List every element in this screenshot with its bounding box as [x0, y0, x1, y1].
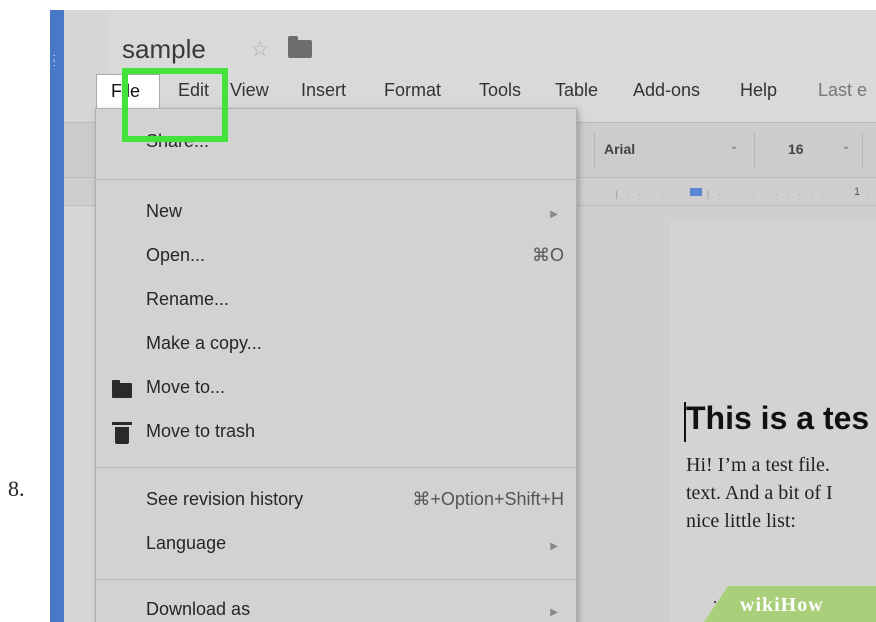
menu-table[interactable]: Table	[555, 80, 598, 101]
step-number: 8.	[8, 476, 25, 501]
submenu-arrow-icon: ▶	[550, 541, 558, 552]
menu-item-new[interactable]: New	[146, 201, 182, 222]
menu-addons[interactable]: Add-ons	[633, 80, 700, 101]
folder-icon	[112, 383, 132, 398]
font-select[interactable]: Arial	[604, 141, 635, 157]
last-edit-link[interactable]: Last e	[818, 80, 867, 101]
open-shortcut: ⌘O	[531, 245, 564, 265]
menu-item-download-as[interactable]: Download as	[146, 599, 250, 620]
folder-icon[interactable]	[288, 36, 312, 58]
menu-item-revision-history[interactable]: See revision history	[146, 489, 303, 510]
toolbar-divider	[862, 133, 863, 169]
docs-home-strip[interactable]: ::	[50, 10, 64, 622]
toolbar-divider	[594, 133, 595, 169]
body-line[interactable]: Hi! I’m a test file.	[686, 454, 830, 477]
menu-item-open[interactable]: Open...	[146, 245, 205, 266]
chevron-down-icon[interactable]: ⌄	[730, 141, 738, 152]
docs-window: sample ☆ :: File Edit View Insert Format…	[50, 10, 876, 622]
star-icon[interactable]: ☆	[250, 36, 270, 62]
menu-item-make-copy[interactable]: Make a copy...	[146, 333, 262, 354]
menu-bar: File Edit View Insert Format Tools Table…	[64, 74, 876, 110]
menu-help[interactable]: Help	[740, 80, 777, 101]
menu-insert[interactable]: Insert	[301, 80, 346, 101]
menu-item-move-to[interactable]: Move to...	[146, 377, 225, 398]
submenu-arrow-icon: ▶	[550, 607, 558, 618]
file-menu-dropdown: Share... New ▶ Open... ⌘O Rename... Make…	[95, 108, 577, 622]
toolbar-divider	[754, 133, 755, 169]
menu-tools[interactable]: Tools	[479, 80, 521, 101]
menu-view[interactable]: View	[230, 80, 269, 101]
menu-dots-icon: ::	[53, 52, 56, 68]
document-title[interactable]: sample	[122, 34, 206, 65]
indent-marker[interactable]	[690, 188, 702, 196]
font-size-select[interactable]: 16	[788, 141, 804, 157]
chevron-down-icon[interactable]: ⌄	[842, 141, 850, 152]
menu-format[interactable]: Format	[384, 80, 441, 101]
body-line[interactable]: nice little list:	[686, 510, 796, 533]
document-page[interactable]: This is a tes Hi! I’m a test file. text.…	[670, 220, 876, 622]
wikihow-watermark: wikiHow	[704, 586, 876, 622]
menu-edit[interactable]: Edit	[178, 80, 209, 101]
submenu-arrow-icon: ▶	[550, 209, 558, 220]
menu-item-language[interactable]: Language	[146, 533, 226, 554]
menu-divider	[96, 579, 576, 580]
menu-item-move-to-trash[interactable]: Move to trash	[146, 421, 255, 442]
menu-divider	[96, 179, 576, 180]
revision-shortcut: ⌘+Option+Shift+H	[412, 489, 564, 509]
watermark-text: wikiHow	[740, 594, 824, 616]
menu-file[interactable]: File	[96, 74, 160, 110]
menu-item-rename[interactable]: Rename...	[146, 289, 229, 310]
body-line[interactable]: text. And a bit of I	[686, 482, 833, 505]
trash-icon	[115, 427, 129, 444]
menu-item-share[interactable]: Share...	[146, 131, 209, 152]
ruler-number: 1	[854, 186, 861, 198]
document-heading[interactable]: This is a tes	[686, 400, 869, 437]
menu-divider	[96, 467, 576, 468]
ruler-ticks: · | · · · · · · · | · · · · · · · · · · …	[604, 189, 876, 199]
